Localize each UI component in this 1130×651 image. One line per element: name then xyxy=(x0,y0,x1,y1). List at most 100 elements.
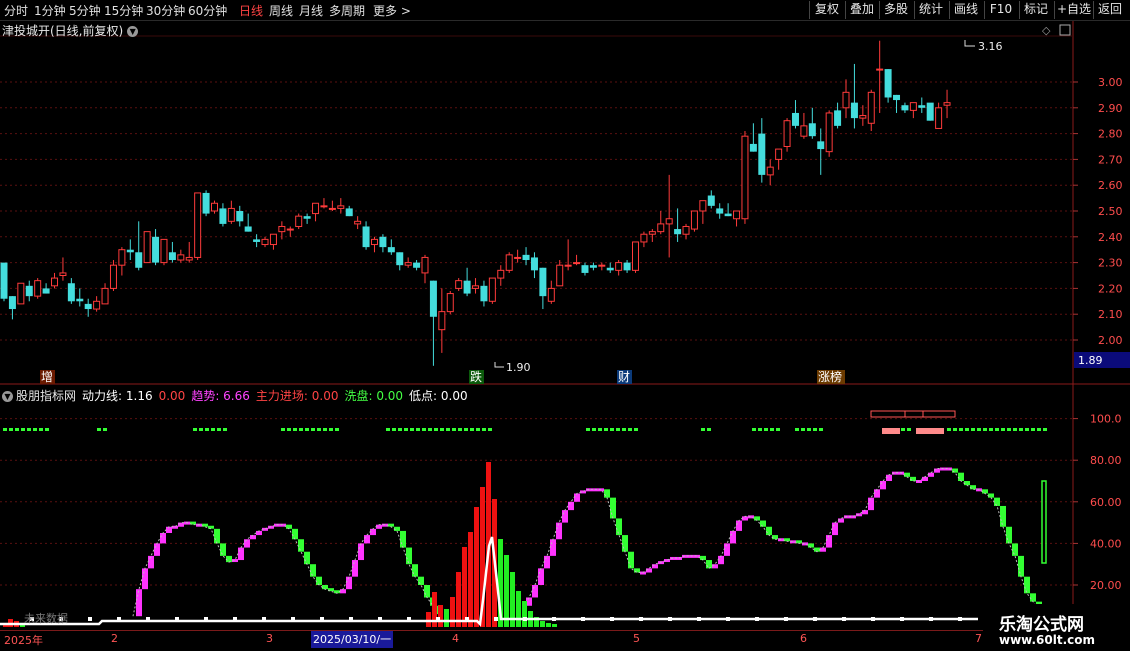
price-tick-label: 2.90 xyxy=(1098,102,1123,115)
signal-dot xyxy=(1037,428,1041,431)
trend-step-bar xyxy=(1024,576,1030,594)
event-marker-label: 涨榜 xyxy=(818,369,842,384)
signal-box xyxy=(922,410,956,418)
trend-step-bar xyxy=(1000,505,1006,527)
indicator-tick-label: 40.00 xyxy=(1090,537,1122,550)
watermark-url: www.60lt.com xyxy=(999,633,1096,647)
trend-step-bar xyxy=(616,518,622,536)
candle-body xyxy=(261,238,269,246)
power-line-dot xyxy=(610,617,614,621)
candle-body xyxy=(935,107,943,129)
timeline-axis: 2025年 2 3 2025/03/10/一 4 5 6 7 xyxy=(0,630,983,651)
trend-step-bar xyxy=(742,516,748,521)
signal-dot xyxy=(440,428,444,431)
candle-body xyxy=(943,102,951,106)
trend-step-bar xyxy=(418,576,424,585)
trend-step-bar xyxy=(178,522,184,527)
signal-dot xyxy=(193,428,197,431)
power-line-dot xyxy=(697,617,701,621)
indicator-name: 股朋指标网 xyxy=(16,389,77,403)
candle-body xyxy=(278,225,286,233)
trend-step-bar xyxy=(760,520,766,527)
price-tick-label: 2.70 xyxy=(1098,153,1123,166)
candle-body xyxy=(379,236,387,248)
price-tick-label: 3.00 xyxy=(1098,76,1123,89)
power-line-dot xyxy=(871,617,875,621)
candle-body xyxy=(17,282,25,305)
trend-step-bar xyxy=(838,518,844,523)
candle-body xyxy=(337,205,345,209)
candle-body xyxy=(573,262,581,265)
candle-body xyxy=(488,277,496,302)
signal-dot xyxy=(317,428,321,431)
signal-dot xyxy=(983,428,987,431)
trend-step-bar xyxy=(364,535,370,544)
chart-area[interactable]: ◇ 3.00 2.90 2.80 2.70 2.60 2.50 2.40 2.30 2.20 2.… xyxy=(0,0,1130,650)
signal-dot xyxy=(299,428,303,431)
candle-body xyxy=(749,143,757,152)
trend-step-bar xyxy=(556,522,562,540)
signal-dot xyxy=(287,428,291,431)
trend-step-bar xyxy=(652,564,658,569)
main-force-bar xyxy=(522,601,527,627)
trend-step-bar xyxy=(982,489,988,494)
trend-step-bar xyxy=(544,555,550,569)
indicator-tick-label: 100.0 xyxy=(1090,413,1122,426)
signal-dot xyxy=(965,428,969,431)
candle-body xyxy=(497,269,505,279)
candle-body xyxy=(455,280,463,289)
power-line-dot xyxy=(552,617,556,621)
signal-dot xyxy=(488,428,492,431)
signal-dot xyxy=(205,428,209,431)
power-line-dot xyxy=(929,617,933,621)
signal-dot xyxy=(959,428,963,431)
trend-step-bar xyxy=(730,530,736,544)
trend-step-bar xyxy=(532,585,538,598)
power-line-dot xyxy=(784,617,788,621)
candle-body xyxy=(741,135,749,220)
watermark-logo: 乐淘公式网 www.60lt.com xyxy=(983,604,1130,650)
candle-body xyxy=(632,241,639,271)
signal-dot xyxy=(947,428,951,431)
candle-body xyxy=(791,112,799,126)
signal-dot xyxy=(989,428,993,431)
candle-body xyxy=(84,303,92,310)
trend-step-bar xyxy=(622,535,628,552)
signal-dot xyxy=(428,428,432,431)
chevron-down-icon[interactable]: ▼ xyxy=(2,391,13,402)
trend-step-bar xyxy=(934,468,940,473)
signal-dot xyxy=(293,428,297,431)
candle-body xyxy=(51,277,59,287)
signal-dot xyxy=(305,428,309,431)
trend-step-bar xyxy=(406,547,412,565)
candle-body xyxy=(918,105,926,108)
trend-step-bar xyxy=(226,555,232,563)
chevron-down-icon[interactable]: ▼ xyxy=(127,26,139,37)
trend-step-bar xyxy=(286,524,292,529)
main-force-bar xyxy=(426,612,431,627)
signal-dot xyxy=(953,428,957,431)
event-marker-label: 增 xyxy=(41,370,53,384)
signal-dot xyxy=(223,428,227,431)
trend-step-bar xyxy=(820,547,826,552)
trend-step-bar xyxy=(784,538,790,542)
candle-body xyxy=(67,283,75,302)
signal-dot xyxy=(995,428,999,431)
candle-body xyxy=(766,166,774,176)
candle-body xyxy=(396,252,404,266)
candle-body xyxy=(850,102,858,119)
signal-dot xyxy=(410,428,414,431)
signal-dot xyxy=(758,428,762,431)
main-force-bar xyxy=(444,609,449,627)
candle-body xyxy=(194,192,202,258)
trend-step-bar xyxy=(712,564,718,569)
trend-step-bar xyxy=(874,489,880,498)
candle-body xyxy=(817,141,825,150)
trend-step-bar xyxy=(424,585,430,598)
candle-body xyxy=(168,252,176,261)
price-tick-label: 2.10 xyxy=(1098,308,1123,321)
signal-dot xyxy=(1001,428,1005,431)
candle-body xyxy=(598,264,606,267)
signal-dot xyxy=(801,428,805,431)
candle-body xyxy=(25,285,33,297)
